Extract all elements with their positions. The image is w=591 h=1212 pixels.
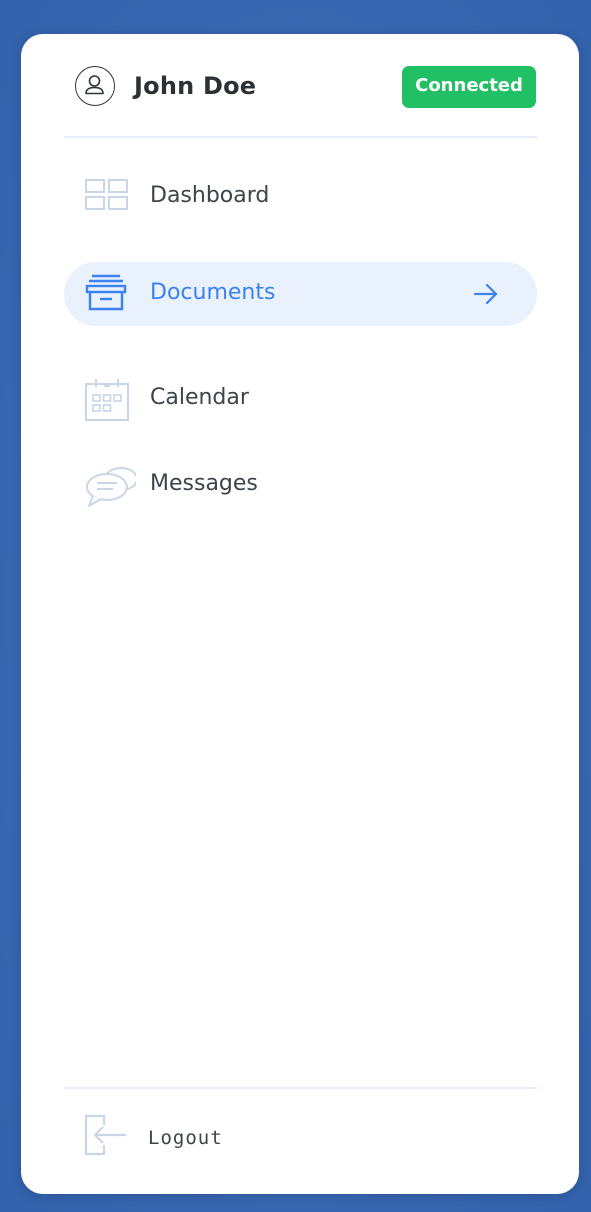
sidebar-item-dashboard[interactable]: Dashboard xyxy=(64,165,537,229)
user-name: John Doe xyxy=(134,72,257,100)
footer-divider xyxy=(64,1087,537,1089)
dashboard-grid-icon xyxy=(85,179,128,210)
connection-status-badge: Connected xyxy=(402,66,536,108)
sidebar-header: John Doe Connected xyxy=(64,34,537,138)
sidebar-item-label: Calendar xyxy=(150,385,249,410)
sidebar-item-calendar[interactable]: Calendar xyxy=(64,367,537,431)
arrow-right-icon xyxy=(473,283,498,305)
logout-icon xyxy=(84,1114,126,1156)
logout-button[interactable]: Logout xyxy=(64,1106,284,1162)
sidebar-item-messages[interactable]: Messages xyxy=(64,453,537,517)
sidebar-panel: John Doe Connected Dashboard Documents C… xyxy=(21,34,579,1194)
sidebar-item-label: Dashboard xyxy=(150,183,270,208)
calendar-icon xyxy=(85,379,129,421)
archive-box-icon xyxy=(85,274,127,311)
sidebar-item-label: Documents xyxy=(150,280,276,305)
sidebar-item-documents[interactable]: Documents xyxy=(64,262,537,326)
chat-bubbles-icon xyxy=(86,467,136,507)
sidebar-item-label: Messages xyxy=(150,471,258,496)
logout-label: Logout xyxy=(148,1127,223,1149)
user-avatar-icon[interactable] xyxy=(75,66,115,106)
